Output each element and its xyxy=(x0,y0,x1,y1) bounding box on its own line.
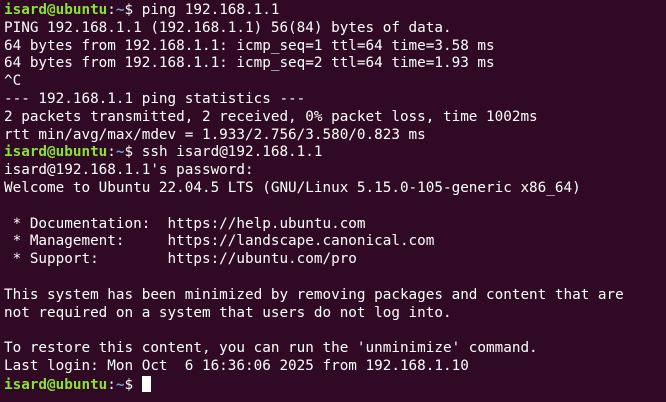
text-cursor[interactable] xyxy=(141,375,151,392)
command-text: ssh isard@192.168.1.1 xyxy=(141,144,323,161)
output-line: 2 packets transmitted, 2 received, 0% pa… xyxy=(4,108,538,125)
prompt-user-host: isard@ubuntu xyxy=(4,144,108,161)
prompt-separator: : xyxy=(107,144,116,161)
prompt-line: isard@ubuntu:~$ xyxy=(4,375,666,394)
output-line: Last login: Mon Oct 6 16:36:06 2025 from… xyxy=(4,357,469,374)
output-line: rtt min/avg/max/mdev = 1.933/2.756/3.580… xyxy=(4,126,426,143)
output-line: To restore this content, you can run the… xyxy=(4,340,538,357)
prompt-symbol: $ xyxy=(124,376,142,393)
command-text: ping 192.168.1.1 xyxy=(141,2,280,18)
output-line: ^C xyxy=(4,73,22,90)
output-line: --- 192.168.1.1 ping statistics --- xyxy=(4,90,306,107)
prompt-separator: : xyxy=(107,376,116,393)
output-line: * Support: https://ubuntu.com/pro xyxy=(4,251,357,268)
prompt-separator: : xyxy=(107,2,116,18)
prompt-path: ~ xyxy=(115,144,125,161)
prompt-line: isard@ubuntu:~$ ping 192.168.1.1 xyxy=(4,2,666,20)
prompt-path: ~ xyxy=(115,376,125,393)
terminal-window[interactable]: isard@ubuntu:~$ ping 192.168.1.1 PING 192… xyxy=(0,0,666,402)
output-line: * Management: https://landscape.canonica… xyxy=(4,233,435,250)
terminal-output: isard@ubuntu:~$ ping 192.168.1.1 PING 192… xyxy=(4,2,666,394)
output-line: This system has been minimized by removi… xyxy=(4,286,624,303)
output-line: Welcome to Ubuntu 22.04.5 LTS (GNU/Linux… xyxy=(4,179,581,196)
prompt-symbol: $ xyxy=(124,2,142,18)
output-line: 64 bytes from 192.168.1.1: icmp_seq=1 tt… xyxy=(4,37,495,54)
output-line: not required on a system that users do n… xyxy=(4,304,452,321)
prompt-user-host: isard@ubuntu xyxy=(4,2,108,18)
output-line: * Documentation: https://help.ubuntu.com xyxy=(4,215,366,232)
output-line: 64 bytes from 192.168.1.1: icmp_seq=2 tt… xyxy=(4,55,495,72)
prompt-user-host: isard@ubuntu xyxy=(4,376,108,393)
output-line: isard@192.168.1.1's password: xyxy=(4,162,254,179)
output-line: PING 192.168.1.1 (192.168.1.1) 56(84) by… xyxy=(4,19,452,36)
prompt-line: isard@ubuntu:~$ ssh isard@192.168.1.1 xyxy=(4,144,666,162)
prompt-path: ~ xyxy=(115,2,125,18)
prompt-symbol: $ xyxy=(124,144,142,161)
